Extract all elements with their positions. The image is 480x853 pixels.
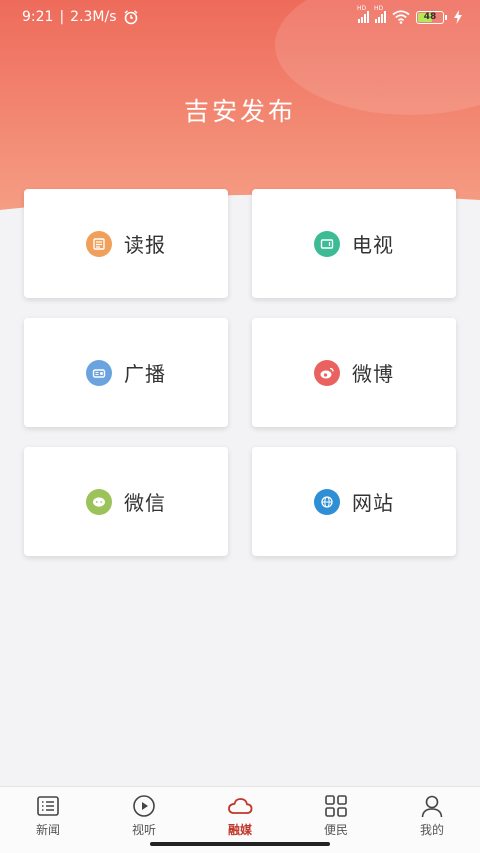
charging-icon — [454, 10, 462, 24]
card-radio[interactable]: 广播 — [24, 318, 228, 427]
status-bar: 9:21 | 2.3M/s HD HD 48 — [0, 0, 480, 34]
service-grid: 读报 电视 广播 微博 微信 网站 — [24, 189, 456, 556]
network-speed: 2.3M/s — [70, 9, 117, 25]
signal-icon-2: HD — [374, 5, 386, 23]
card-wechat[interactable]: 微信 — [24, 447, 228, 556]
tab-label: 新闻 — [35, 823, 60, 837]
tab-label: 视听 — [131, 823, 156, 837]
signal-icon: HD — [357, 5, 369, 23]
card-tv[interactable]: 电视 — [252, 189, 456, 298]
card-weibo[interactable]: 微博 — [252, 318, 456, 427]
tab-news[interactable]: 新闻 — [0, 787, 96, 853]
card-label: 电视 — [352, 233, 394, 257]
card-label: 微博 — [352, 362, 394, 386]
card-label: 读报 — [124, 233, 166, 257]
card-website[interactable]: 网站 — [252, 447, 456, 556]
globe-icon — [314, 488, 340, 515]
card-label: 广播 — [124, 362, 166, 386]
card-label: 网站 — [352, 491, 394, 515]
status-time: 9:21 — [22, 9, 54, 25]
wechat-icon — [86, 488, 112, 515]
card-newspaper[interactable]: 读报 — [24, 189, 228, 298]
tab-label: 融媒 — [227, 823, 252, 837]
radio-icon — [86, 359, 112, 386]
page-title: 吉安发布 — [183, 97, 296, 126]
tab-label: 我的 — [419, 823, 444, 837]
tv-icon — [314, 230, 340, 257]
newspaper-icon — [86, 230, 112, 257]
status-separator: | — [59, 9, 65, 25]
wifi-icon — [392, 10, 410, 24]
apps-grid-icon — [325, 795, 347, 817]
list-icon — [37, 796, 59, 816]
person-icon — [421, 795, 443, 818]
alarm-icon — [124, 10, 137, 25]
battery-icon: 48 — [416, 10, 447, 24]
card-label: 微信 — [124, 491, 166, 515]
weibo-icon — [314, 359, 340, 386]
home-indicator[interactable] — [150, 842, 330, 846]
tab-label: 便民 — [323, 823, 348, 837]
play-icon — [133, 795, 155, 817]
cloud-icon — [228, 798, 253, 814]
tab-profile[interactable]: 我的 — [384, 787, 480, 853]
